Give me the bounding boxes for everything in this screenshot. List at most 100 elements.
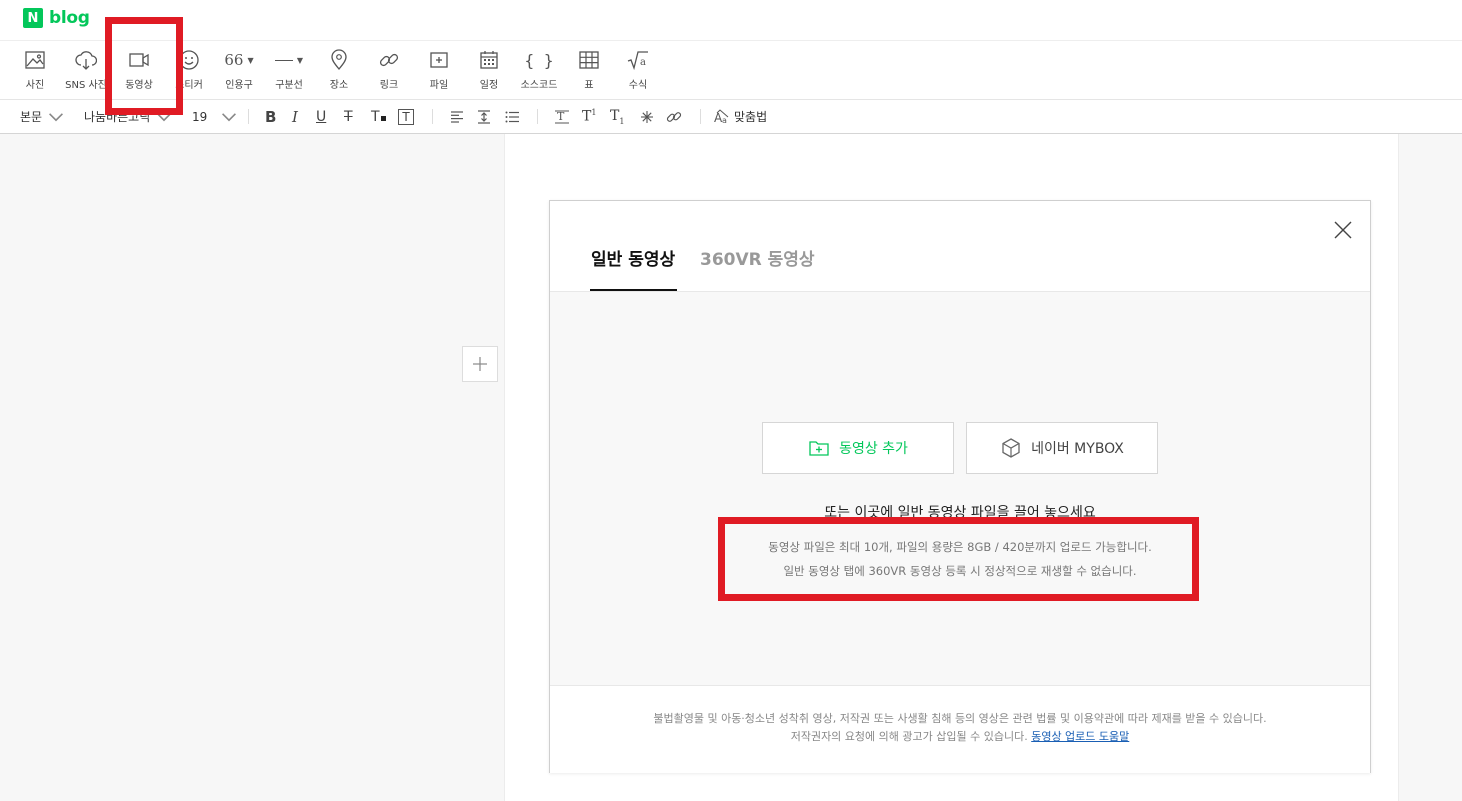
toolbar-separator	[700, 109, 701, 124]
file-add-icon	[430, 52, 448, 68]
caret-down-icon: ▼	[296, 55, 304, 65]
insert-formula-button[interactable]: a 수식	[613, 49, 663, 95]
video-camera-icon	[129, 53, 149, 67]
svg-text:T: T	[557, 110, 565, 123]
letter-spacing-icon: T	[555, 110, 569, 123]
insert-sns-photo-button[interactable]: SNS 사진	[61, 49, 111, 95]
font-color-button[interactable]: T	[371, 100, 386, 133]
dialog-header: 일반 동영상 360VR 동영상	[550, 201, 1370, 292]
insert-table-button[interactable]: 표	[564, 49, 614, 95]
smiley-icon	[179, 50, 199, 70]
drop-zone[interactable]: 동영상 추가 네이버 MYBOX 또는 이곳에 일반 동영상 파일을 끌어 놓으…	[550, 292, 1370, 685]
legal-notice: 불법촬영물 및 아동·청소년 성착취 영상, 저작권 또는 사생활 침해 등의 …	[653, 712, 1267, 725]
letter-spacing-button[interactable]: T	[554, 100, 570, 133]
background-color-icon: T	[398, 108, 414, 125]
bullet-list-icon	[505, 111, 519, 122]
bold-icon: B	[265, 107, 277, 126]
tab-general-video[interactable]: 일반 동영상	[591, 245, 675, 270]
chevron-down-icon	[49, 112, 64, 121]
toolbar-separator	[537, 109, 538, 124]
tool-label: 사진	[25, 80, 45, 91]
font-size-value: 19	[192, 109, 208, 124]
tool-label: 파일	[429, 80, 449, 91]
strikethrough-button[interactable]: T	[344, 100, 353, 133]
tool-label: 장소	[329, 80, 349, 91]
tool-label: SNS 사진	[65, 80, 107, 91]
tool-label: 동영상	[125, 80, 153, 91]
upload-limit-info: 동영상 파일은 최대 10개, 파일의 용량은 8GB / 420분까지 업로드…	[768, 540, 1152, 554]
insert-place-button[interactable]: 장소	[314, 49, 364, 95]
font-size-select[interactable]: 19	[192, 100, 237, 133]
close-dialog-button[interactable]	[1332, 219, 1354, 241]
bold-button[interactable]: B	[265, 100, 276, 133]
italic-button[interactable]: I	[292, 100, 298, 133]
align-button[interactable]	[449, 100, 465, 133]
chevron-down-icon	[157, 112, 172, 121]
close-icon	[1334, 221, 1352, 239]
add-video-button[interactable]: 동영상 추가	[762, 422, 954, 474]
plus-icon	[473, 357, 487, 371]
add-video-label: 동영상 추가	[839, 441, 908, 457]
superscript-button[interactable]: T1	[582, 100, 596, 133]
spellcheck-label: 맞춤법	[734, 110, 768, 124]
insert-source-code-button[interactable]: { } 소스코드	[514, 49, 564, 95]
caret-down-icon: ▼	[247, 55, 254, 65]
upload-help-link[interactable]: 동영상 업로드 도움말	[1031, 730, 1129, 743]
special-char-button[interactable]	[639, 100, 655, 133]
strikethrough-icon: T	[344, 108, 353, 125]
superscript-icon: T1	[582, 108, 597, 125]
quote-icon: 66 ▼	[224, 49, 253, 71]
image-icon	[25, 51, 45, 69]
app-header: N blog	[0, 0, 1462, 41]
insert-toolbar: 사진 SNS 사진 동영상 스티커 66 ▼ 인용구 ▼ 구분선 장소 링크 파일…	[0, 41, 1462, 100]
insert-quote-button[interactable]: 66 ▼ 인용구	[214, 49, 264, 95]
naver-mybox-button[interactable]: 네이버 MYBOX	[966, 422, 1158, 474]
drop-instruction: 또는 이곳에 일반 동영상 파일을 끌어 놓으세요	[824, 505, 1096, 521]
align-left-icon	[451, 110, 463, 123]
logo-text: blog	[49, 8, 90, 28]
underline-icon: U	[316, 108, 327, 125]
line-height-button[interactable]	[476, 100, 492, 133]
folder-add-icon	[809, 441, 829, 456]
editor-right-margin	[1398, 134, 1462, 801]
tab-360vr-video[interactable]: 360VR 동영상	[700, 245, 815, 270]
tool-label: 표	[584, 80, 594, 91]
cloud-download-icon	[75, 51, 97, 70]
video-upload-dialog: 일반 동영상 360VR 동영상 동영상 추가 네이버 MYBOX 또는 이곳에…	[549, 200, 1371, 773]
link-icon	[666, 111, 682, 122]
insert-divider-button[interactable]: ▼ 구분선	[264, 49, 314, 95]
subscript-icon: T1	[610, 107, 625, 126]
blog-logo[interactable]: N blog	[23, 8, 90, 28]
italic-icon: I	[292, 107, 298, 126]
quote-glyph: 66	[224, 51, 244, 69]
toolbar-separator	[248, 109, 249, 124]
ad-notice-line: 저작권자의 요청에 의해 광고가 삽입될 수 있습니다. 동영상 업로드 도움말	[550, 728, 1370, 744]
insert-file-button[interactable]: 파일	[414, 49, 464, 95]
naver-logo-icon: N	[23, 8, 43, 28]
active-tab-indicator	[590, 289, 677, 291]
spellcheck-button[interactable]: Aa 맞춤법	[714, 100, 767, 133]
list-button[interactable]	[504, 100, 520, 133]
vr-warning-info: 일반 동영상 탭에 360VR 동영상 등록 시 정상적으로 재생할 수 없습니…	[783, 564, 1137, 578]
paragraph-style-select[interactable]: 본문	[20, 100, 64, 133]
subscript-button[interactable]: T1	[610, 100, 624, 133]
ad-notice: 저작권자의 요청에 의해 광고가 삽입될 수 있습니다.	[790, 730, 1028, 743]
format-toolbar: 본문 나눔바른고딕 19 B I U T T T T T1 T1 Aa 맞춤법	[0, 100, 1462, 134]
font-color-icon: T	[371, 109, 386, 125]
background-color-button[interactable]: T	[398, 100, 414, 133]
underline-button[interactable]: U	[316, 100, 326, 133]
paragraph-style-value: 본문	[20, 110, 43, 124]
insert-photo-button[interactable]: 사진	[10, 49, 60, 95]
toolbar-separator	[432, 109, 433, 124]
editor-left-margin	[0, 134, 505, 801]
add-component-button[interactable]	[462, 346, 498, 382]
insert-schedule-button[interactable]: 일정	[464, 49, 514, 95]
insert-link-button[interactable]: 링크	[364, 49, 414, 95]
insert-video-button[interactable]: 동영상	[114, 49, 164, 95]
dialog-footer: 불법촬영물 및 아동·청소년 성착취 영상, 저작권 또는 사생활 침해 등의 …	[550, 685, 1370, 773]
font-family-select[interactable]: 나눔바른고딕	[84, 100, 172, 133]
insert-sticker-button[interactable]: 스티커	[164, 49, 214, 95]
mybox-label: 네이버 MYBOX	[1031, 441, 1124, 457]
square-root-icon: a	[627, 51, 648, 71]
text-link-button[interactable]	[666, 100, 682, 133]
